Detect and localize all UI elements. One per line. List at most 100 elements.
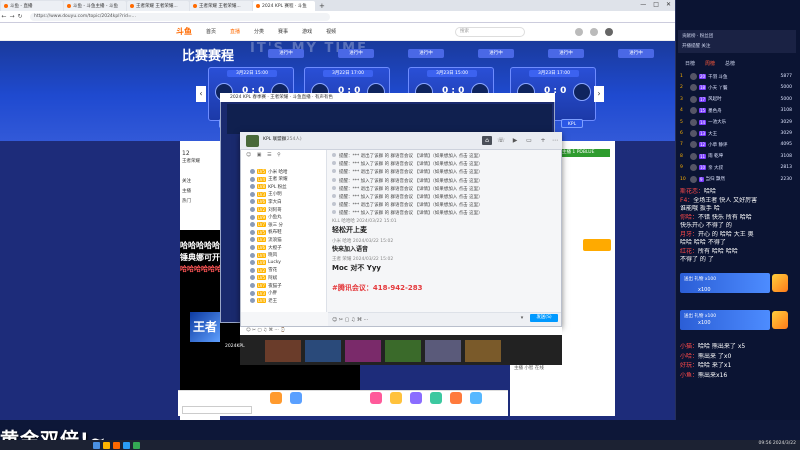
browser-tab[interactable]: 王者荣耀 王者荣耀... [190, 0, 252, 11]
member-item[interactable]: LV8 KPL 粉丝 [250, 183, 325, 190]
gift-icon[interactable] [370, 392, 382, 404]
video-thumbnail[interactable] [345, 340, 381, 362]
douyu-logo[interactable]: 斗鱼 [176, 26, 192, 37]
timeline-node[interactable]: 进行中 [268, 49, 304, 58]
chat-user[interactable]: 小哈： [680, 353, 698, 360]
url-field[interactable]: https://www.douyu.com/topic/2024kpl?rid=… [30, 12, 330, 21]
history-icon[interactable] [575, 28, 583, 36]
rank-row[interactable]: 5 14 一池大乐 3029 [680, 117, 796, 128]
chat-user[interactable]: 红花： [680, 248, 698, 255]
gift-icon[interactable] [583, 239, 611, 251]
close-icon[interactable]: ✕ [666, 1, 671, 8]
sidebar-header-line[interactable]: 贡献榜 · 粉丝团 [682, 33, 713, 39]
tab-total[interactable]: 总榜 [725, 60, 735, 68]
list-item[interactable]: 关注 [180, 178, 220, 184]
rank-row[interactable]: 4 15 墨色舟 3108 [680, 105, 796, 116]
send-options-icon[interactable]: ▾ [516, 314, 528, 322]
follow-icon[interactable] [590, 28, 598, 36]
minimize-icon[interactable]: — [640, 1, 646, 8]
rank-row[interactable]: 9 10 亲 大叔 2813 [680, 162, 796, 173]
add-icon[interactable]: + [538, 136, 548, 145]
browser-tab[interactable]: 斗鱼 - 斗鱼主播 - 斗鱼 [64, 0, 126, 11]
nav-item-active[interactable]: 直播 [230, 28, 240, 35]
chat-user[interactable]: 斯花恋： [680, 188, 704, 195]
rank-row[interactable]: 1 20 千羽 斗鱼 5877 [680, 71, 796, 82]
nav-item[interactable]: 视频 [326, 28, 336, 35]
chat-user[interactable]: 小猫： [680, 343, 698, 350]
video-thumbnail[interactable] [265, 340, 301, 362]
timeline-node[interactable]: 进行中 [478, 49, 514, 58]
timeline-node[interactable]: 进行中 [338, 49, 374, 58]
member-item[interactable]: LV3 小胖 [250, 290, 325, 297]
maximize-icon[interactable]: □ [653, 1, 659, 8]
chat-tools[interactable]: ☺ ✂ ▢ ♫ ⌘ ⋯ [332, 317, 369, 323]
chat-user[interactable]: 好玩： [680, 362, 698, 369]
member-item[interactable]: LV7 夜猫子 [250, 282, 325, 289]
member-tools[interactable]: ☺ ▣ ☰ ⚲ [246, 152, 283, 158]
call-icon[interactable]: ☏ [496, 136, 506, 145]
list-item[interactable]: 王者荣耀 [180, 158, 220, 164]
avatar[interactable] [605, 28, 613, 36]
browser-app-icon[interactable] [133, 441, 140, 449]
home-icon[interactable]: ⌂ [482, 136, 492, 145]
member-item[interactable]: LV2 雪花 [250, 267, 325, 274]
gift-icon[interactable] [290, 392, 302, 404]
refresh-icon[interactable]: ↻ [16, 13, 24, 20]
timeline-node[interactable]: 进行中 [618, 49, 654, 58]
member-item[interactable]: LV5 阿斌 [250, 274, 325, 281]
gift-icon[interactable] [450, 392, 462, 404]
gift-icon[interactable] [410, 392, 422, 404]
video-icon[interactable]: ▶ [510, 136, 520, 145]
screen-share-icon[interactable]: ▭ [524, 136, 534, 145]
rank-row[interactable]: 2 18 小天 丫鬟 5000 [680, 82, 796, 93]
start-icon[interactable] [93, 441, 100, 449]
lower-toolbar[interactable]: ☺ ✂ ▢ ♫ ⌘ ⋯ ⌚ [240, 327, 562, 335]
new-tab-icon[interactable]: + [319, 2, 325, 10]
group-avatar[interactable] [246, 135, 259, 147]
list-item[interactable]: 主播 [180, 188, 220, 194]
chevron-right-icon[interactable]: › [594, 86, 604, 102]
qq-app-icon[interactable] [123, 441, 130, 449]
member-item[interactable]: LV7 张三 分 [250, 221, 325, 228]
nav-item[interactable]: 游戏 [302, 28, 312, 35]
member-item[interactable]: LV4 王者 荣耀 [250, 176, 325, 183]
member-item[interactable]: LV6 大橙子 [250, 244, 325, 251]
browser-tab[interactable]: 王者荣耀 王者荣耀... [127, 0, 189, 11]
chat-user[interactable]: 你哈： [680, 214, 698, 221]
rank-row[interactable]: 6 13 大王 3029 [680, 128, 796, 139]
member-item[interactable]: LV6 李大白 [250, 198, 325, 205]
folder-icon[interactable] [103, 441, 110, 449]
nav-item[interactable]: 赛事 [278, 28, 288, 35]
video-thumbnail[interactable] [425, 340, 461, 362]
nav-item[interactable]: 首页 [206, 28, 216, 35]
member-item[interactable]: LV4 晓风 [250, 252, 325, 259]
timeline-node[interactable]: 进行中 [408, 49, 444, 58]
anchor-tag[interactable]: 主播 1 PDBLUE [560, 149, 610, 157]
chat-user[interactable]: 小鱼： [680, 372, 698, 379]
gift-icon[interactable] [270, 392, 282, 404]
gift-icon[interactable] [430, 392, 442, 404]
site-search-input[interactable]: 搜索 [455, 27, 525, 37]
match-button[interactable]: KPL [561, 119, 583, 128]
video-thumbnail[interactable] [385, 340, 421, 362]
sidebar-header-line[interactable]: 开播提醒 关注 [682, 43, 710, 49]
chevron-left-icon[interactable]: ‹ [196, 86, 206, 102]
tab-week[interactable]: 周榜 [705, 60, 715, 68]
timeline-node[interactable]: 进行中 [548, 49, 584, 58]
nav-item[interactable]: 分类 [254, 28, 264, 35]
video-thumbnail[interactable] [465, 340, 501, 362]
member-item[interactable]: LV2 刘阿哥 [250, 206, 325, 213]
member-item[interactable]: LV5 小米 哈哈 [250, 168, 325, 175]
member-item[interactable]: LV3 流浪猫 [250, 236, 325, 243]
member-item[interactable]: LV3 王小明 [250, 191, 325, 198]
forward-arrow-icon[interactable]: → [8, 13, 16, 20]
rank-row[interactable]: 10 9 当归 飘然 2230 [680, 174, 796, 185]
list-item[interactable]: 热门 [180, 198, 220, 204]
rank-row[interactable]: 7 12 小草 静评 4095 [680, 139, 796, 150]
douyu-app-icon[interactable] [113, 441, 120, 449]
member-item[interactable]: LV9 小鱼丸 [250, 214, 325, 221]
gift-icon[interactable] [390, 392, 402, 404]
list-item[interactable]: 12 [180, 150, 220, 157]
member-item[interactable]: LV8 Lucky [250, 259, 325, 266]
member-item[interactable]: LV5 帆布鞋 [250, 229, 325, 236]
